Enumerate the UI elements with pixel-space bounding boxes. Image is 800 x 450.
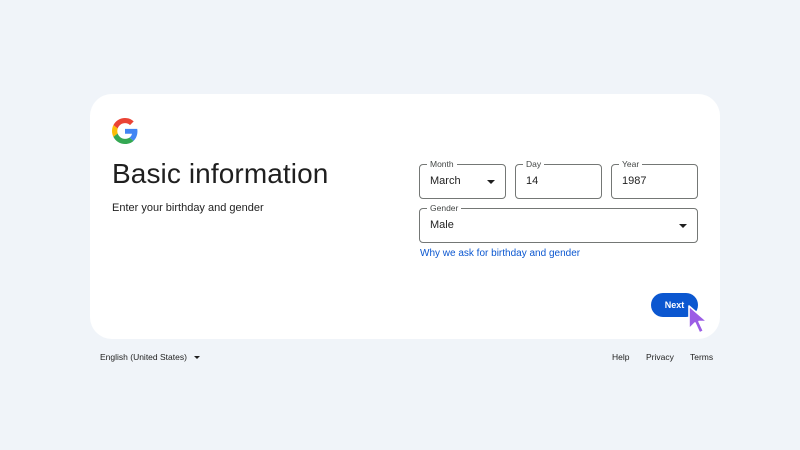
terms-link[interactable]: Terms [690,352,713,362]
gender-value: Male [430,219,454,231]
language-selector[interactable]: English (United States) [100,352,187,362]
why-we-ask-link[interactable]: Why we ask for birthday and gender [420,248,580,259]
page-subtitle: Enter your birthday and gender [112,202,264,214]
day-value: 14 [526,175,539,187]
caret-down-icon [487,180,495,184]
signup-card: Basic information Enter your birthday an… [90,94,720,339]
help-link[interactable]: Help [612,352,629,362]
google-logo-icon [112,118,138,144]
page: Basic information Enter your birthday an… [0,0,800,450]
gender-select[interactable]: Gender Male [419,202,698,243]
cursor-arrow-icon [688,305,708,334]
caret-down-icon [679,224,687,228]
day-input[interactable]: Day 14 [515,158,602,199]
month-value: March [430,175,461,187]
privacy-link[interactable]: Privacy [646,352,674,362]
caret-down-icon[interactable] [194,356,200,359]
year-input[interactable]: Year 1987 [611,158,698,199]
page-title: Basic information [112,158,329,189]
year-value: 1987 [622,175,647,187]
month-select[interactable]: Month March [419,158,506,199]
